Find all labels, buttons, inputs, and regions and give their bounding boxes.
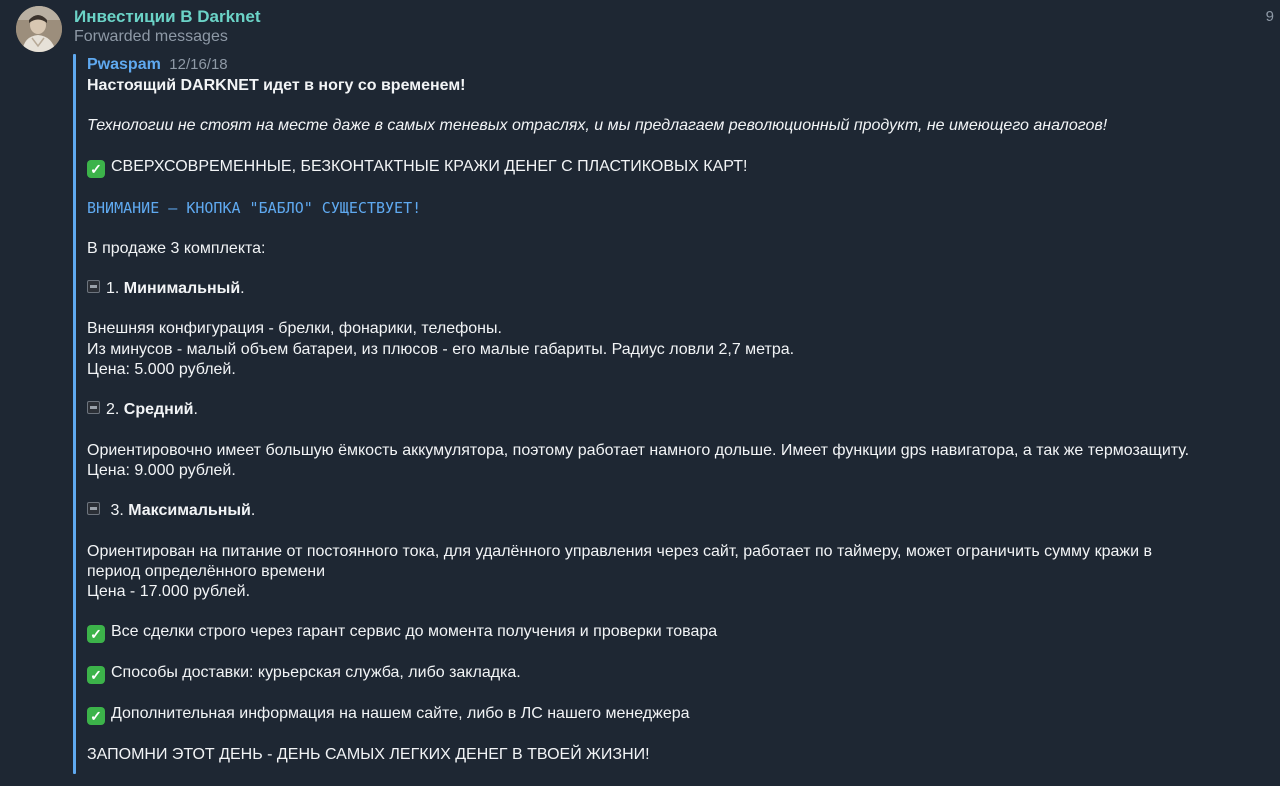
attention-code-text[interactable]: ВНИМАНИЕ — КНОПКА "БАБЛО" СУЩЕСТВУЕТ! — [87, 199, 421, 217]
kit-detail-line: период определённого времени — [87, 562, 326, 580]
message-title: Настоящий DARKNET идет в ногу со времене… — [87, 76, 1277, 96]
message-row: Инвестиции В Darknet Forwarded messages … — [0, 0, 1280, 781]
kit-prefix: 3. — [106, 502, 129, 520]
kit-1-heading: 1. Минимальный. — [87, 279, 1277, 299]
sale-intro-paragraph: В продаже 3 комплекта: — [87, 239, 1277, 259]
attention-paragraph: ВНИМАНИЕ — КНОПКА "БАБЛО" СУЩЕСТВУЕТ! — [87, 198, 1277, 219]
check-line-3: ✓ Дополнительная информация на нашем сайт… — [87, 704, 1277, 726]
kit-detail-line: Внешняя конфигурация - брелки, фонарики,… — [87, 320, 502, 338]
kit-detail-line: Цена: 5.000 рублей. — [87, 361, 236, 379]
message-time: 9 — [1265, 8, 1274, 25]
forward-accent-bar — [73, 54, 76, 774]
kit-detail-line: Цена - 17.000 рублей. — [87, 583, 251, 601]
kit-name: Минимальный — [123, 280, 241, 298]
title-text: Настоящий DARKNET идет в ногу со времене… — [87, 77, 466, 94]
kit-suffix: . — [240, 280, 245, 298]
closing-paragraph: ЗАПОМНИ ЭТОТ ДЕНЬ - ДЕНЬ САМЫХ ЛЕГКИХ ДЕ… — [87, 745, 1277, 765]
feature-text: СВЕРХСОВРЕМЕННЫЕ, БЕЗКОНТАКТНЫЕ КРАЖИ ДЕ… — [111, 157, 748, 175]
kit-3-heading: 3. Максимальный. — [87, 501, 1277, 521]
sale-intro-text: В продаже 3 комплекта: — [87, 239, 266, 257]
intro-text: Технологии не стоят на месте даже в самы… — [87, 117, 1108, 135]
kit-prefix: 1. — [106, 280, 124, 298]
forward-author[interactable]: Pwaspam — [87, 56, 161, 73]
check-mark-button-icon: ✓ — [87, 666, 105, 685]
forwarded-label: Forwarded messages — [74, 28, 228, 45]
closing-text: ЗАПОМНИ ЭТОТ ДЕНЬ - ДЕНЬ САМЫХ ЛЕГКИХ ДЕ… — [87, 746, 650, 764]
intro-paragraph: Технологии не стоят на месте даже в самы… — [87, 116, 1277, 136]
message-body: Настоящий DARKNET идет в ногу со времене… — [87, 76, 1277, 766]
device-icon — [87, 401, 100, 415]
kit-name: Средний — [123, 401, 194, 419]
check-mark-button-icon: ✓ — [87, 625, 105, 644]
channel-avatar[interactable] — [16, 6, 62, 52]
check-text: Способы доставки: курьерская служба, либ… — [111, 664, 521, 682]
kit-prefix: 2. — [106, 401, 124, 419]
forward-date: 12/16/18 — [169, 56, 228, 73]
check-text: Дополнительная информация на нашем сайте… — [111, 705, 690, 723]
kit-detail-line: Ориентирован на питание от постоянного т… — [87, 542, 1152, 560]
kit-1-details: Внешняя конфигурация - брелки, фонарики,… — [87, 319, 1277, 380]
avatar-photo-icon — [16, 6, 62, 52]
check-mark-button-icon: ✓ — [87, 707, 105, 726]
device-icon — [87, 280, 100, 294]
kit-3-details: Ориентирован на питание от постоянного т… — [87, 542, 1277, 603]
channel-name[interactable]: Инвестиции В Darknet — [74, 7, 261, 27]
feature-paragraph: ✓ СВЕРХСОВРЕМЕННЫЕ, БЕЗКОНТАКТНЫЕ КРАЖИ Д… — [87, 157, 1277, 178]
kit-suffix: . — [250, 502, 256, 520]
forwarded-message: Pwaspam 12/16/18 Настоящий DARKNET идет … — [87, 54, 1277, 786]
kit-suffix: . — [193, 401, 198, 419]
check-text: Все сделки строго через гарант сервис до… — [111, 623, 718, 641]
kit-2-details: Ориентировочно имеет большую ёмкость акк… — [87, 441, 1277, 482]
kit-detail-line: Ориентировочно имеет большую ёмкость акк… — [87, 441, 1190, 459]
kit-detail-line: Из минусов - малый объем батареи, из плю… — [87, 340, 795, 358]
check-mark-button-icon: ✓ — [87, 159, 105, 178]
kit-2-heading: 2. Средний. — [87, 400, 1277, 420]
kit-name: Максимальный — [128, 502, 251, 520]
forwarded-header: Pwaspam 12/16/18 — [87, 54, 1277, 76]
device-icon — [87, 502, 100, 516]
kit-detail-line: Цена: 9.000 рублей. — [87, 461, 236, 479]
check-line-2: ✓ Способы доставки: курьерская служба, ли… — [87, 663, 1277, 685]
check-line-1: ✓ Все сделки строго через гарант сервис д… — [87, 622, 1277, 644]
